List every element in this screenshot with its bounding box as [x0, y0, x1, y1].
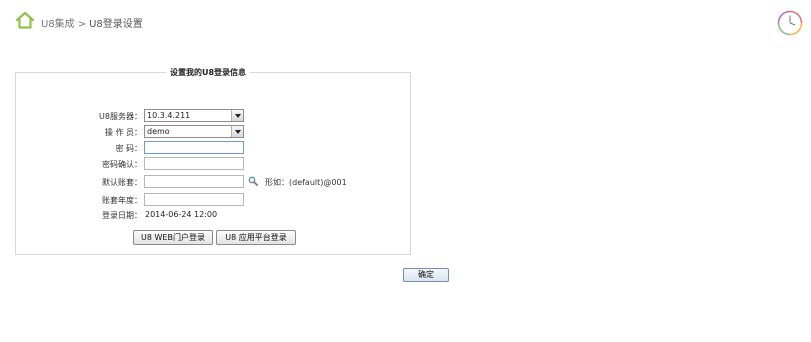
login-date-label: 登录日期： [102, 211, 142, 220]
account-year-label: 账套年度： [102, 196, 142, 205]
password-confirm-field[interactable] [144, 157, 244, 170]
password-label: 密 码： [115, 144, 142, 153]
breadcrumb-parent[interactable]: U8集成 [41, 19, 75, 30]
server-label: U8服务器： [99, 112, 142, 121]
dropdown-arrow-icon[interactable] [231, 110, 243, 121]
default-account-field[interactable] [144, 175, 244, 188]
home-icon[interactable] [15, 11, 35, 29]
dropdown-arrow-icon[interactable] [231, 126, 243, 137]
default-account-hint: 形如：(default)@001 [265, 178, 347, 187]
panel-legend: 设置我的U8登录信息 [170, 68, 247, 77]
password-field[interactable] [144, 141, 244, 154]
search-icon[interactable] [248, 176, 258, 186]
breadcrumb: U8集成 > U8登录设置 [41, 15, 143, 30]
account-year-field[interactable] [144, 193, 244, 206]
breadcrumb-current: U8登录设置 [89, 19, 143, 30]
server-select[interactable]: 10.3.4.211 [144, 109, 244, 122]
login-date-value: 2014-06-24 12:00 [145, 210, 218, 219]
operator-value: demo [147, 127, 170, 136]
u8-web-portal-login-button[interactable]: U8 WEB门户登录 [133, 230, 213, 245]
operator-label: 操 作 员： [104, 128, 142, 137]
u8-app-platform-login-button[interactable]: U8 应用平台登录 [216, 230, 296, 245]
default-account-label: 默认账套： [102, 178, 142, 187]
confirm-button[interactable]: 确定 [403, 268, 449, 282]
clock-icon[interactable] [776, 9, 804, 37]
operator-select[interactable]: demo [144, 125, 244, 138]
password-confirm-label: 密码确认： [102, 160, 142, 169]
server-value: 10.3.4.211 [147, 111, 191, 120]
breadcrumb-separator: > [77, 19, 87, 30]
